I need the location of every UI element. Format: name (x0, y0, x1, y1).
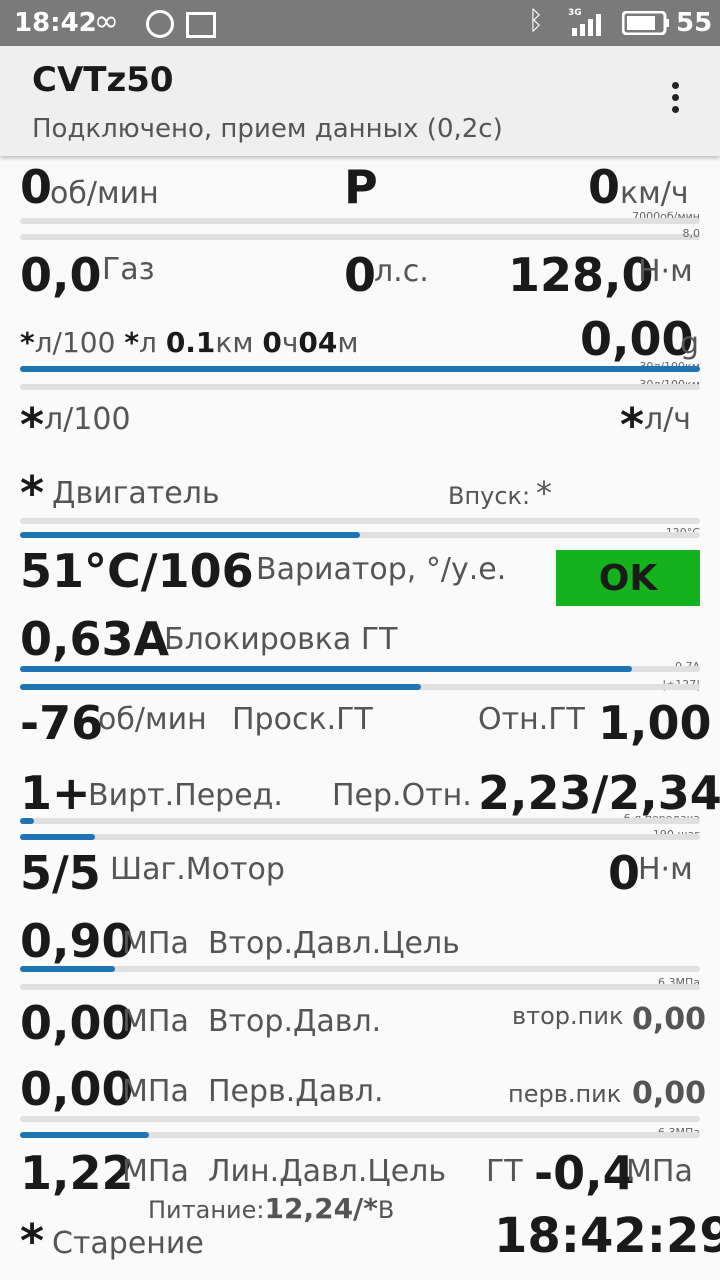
app-title: CVTz50 (32, 60, 174, 100)
torque-unit: Н·м (638, 254, 693, 289)
secondary-bar (20, 234, 700, 240)
avg-consumption-unit: л/100 (44, 402, 131, 437)
infinity-icon: ∞ (94, 4, 119, 39)
battery-level: 55 (676, 8, 713, 38)
hourly-consumption-value: * (620, 398, 645, 452)
lockup-bar-fill (20, 666, 632, 672)
line-pressure-target-label: Лин.Давл.Цель (208, 1154, 447, 1189)
gear-selector: P (344, 160, 378, 214)
consumption-bar-2 (20, 384, 700, 390)
tc-pressure-value: -0,4 (534, 1146, 635, 1200)
power-supply: Питание:12,24/*В (148, 1192, 395, 1225)
prim-pressure-bar-2 (20, 1132, 700, 1138)
engine-temp-bar (20, 518, 700, 524)
sec-pressure-label: Втор.Давл. (208, 1004, 382, 1039)
consumption-bar-fill (20, 366, 700, 372)
prim-peak-label: перв.пик (508, 1080, 622, 1108)
sec-peak-value: 0,00 (632, 1002, 707, 1037)
image-icon (186, 12, 216, 38)
g-value: 0,00 (580, 312, 694, 366)
trip-info: *л/100 *л 0.1км 0ч04м (20, 326, 359, 359)
cvt-label: Вариатор, °/у.е. (256, 552, 507, 587)
step-bar-fill (20, 834, 95, 840)
status-time: 18:42 (14, 8, 97, 38)
g-unit: g (680, 326, 700, 361)
power-unit: л.с. (374, 254, 429, 289)
sec-pressure-target-value: 0,90 (20, 914, 134, 968)
intake-label: Впуск: (448, 482, 531, 510)
sec-pressure-value: 0,00 (20, 996, 134, 1050)
lockup-value: 0,63A (20, 612, 170, 666)
engine-temp-bar-2 (20, 532, 700, 538)
slip-value: -76 (20, 696, 104, 750)
engine-label: Двигатель (52, 476, 220, 511)
overflow-menu-icon[interactable] (664, 78, 688, 118)
rpm-unit: об/мин (50, 176, 159, 211)
sec-pressure-target-bar (20, 966, 700, 972)
sec-pressure-bar (20, 984, 700, 990)
aging-label: Старение (52, 1226, 204, 1261)
tc-pressure-label: ГТ (486, 1154, 523, 1189)
lockup-bar-2 (20, 684, 700, 690)
line-pressure-target-unit: МПа (122, 1154, 189, 1189)
tc-ratio-label: Отн.ГТ (478, 702, 585, 737)
step-motor-label: Шаг.Мотор (110, 852, 285, 887)
prim-pressure-unit: МПа (122, 1074, 189, 1109)
intake-value: * (536, 474, 552, 512)
throttle-label: Газ (102, 252, 155, 287)
aging-value: * (20, 1214, 45, 1268)
slip-unit: об/мин (98, 702, 207, 737)
app-bar: CVTz50 Подключено, прием данных (0,2с) (0, 46, 720, 156)
rpm-value: 0 (20, 160, 53, 214)
cvt-status-badge[interactable]: OK (556, 550, 700, 606)
throttle-value: 0,0 (20, 248, 102, 302)
sec-pressure-unit: МПа (122, 1004, 189, 1039)
slip-label: Проск.ГТ (232, 702, 373, 737)
power-value: 0 (344, 248, 377, 302)
avg-consumption-value: * (20, 398, 45, 452)
rpm-bar (20, 218, 700, 224)
status-bar: 18:42 ∞ ᛒ 3G 55 (0, 0, 720, 46)
speed-value: 0 (588, 160, 621, 214)
hourly-consumption-unit: л/ч (644, 402, 692, 437)
gear-bar (20, 818, 700, 824)
prim-pressure-bar (20, 1116, 700, 1122)
sec-pressure-target-bar-fill (20, 966, 116, 972)
connection-status: Подключено, прием данных (0,2с) (32, 114, 503, 144)
lockup-bar-2-fill (20, 684, 422, 690)
cvt-temp-value: 51°C/106 (20, 544, 254, 598)
gear-bar-fill (20, 818, 34, 824)
speed-unit: км/ч (620, 176, 689, 211)
prim-pressure-label: Перв.Давл. (208, 1074, 384, 1109)
prim-pressure-bar-fill (20, 1132, 150, 1138)
sec-pressure-target-unit: МПа (122, 926, 189, 961)
tc-pressure-unit: МПа (626, 1154, 693, 1189)
clock: 18:42:29 (494, 1208, 720, 1264)
step-bar (20, 834, 700, 840)
viber-icon (146, 10, 174, 38)
prim-peak-value: 0,00 (632, 1076, 707, 1111)
virtual-gear-label: Вирт.Перед. (88, 778, 283, 813)
engine-temp-bar-fill (20, 532, 360, 538)
sec-peak-label: втор.пик (512, 1002, 624, 1030)
tc-ratio-value: 1,00 (598, 696, 712, 750)
gear-ratio-label: Пер.Отн. (332, 778, 472, 813)
virtual-gear-value: 1+ (20, 766, 91, 820)
step-torque-value: 0 (608, 846, 641, 900)
secondary-scale-max: 8,0 (682, 227, 701, 240)
lockup-bar (20, 666, 700, 672)
sec-pressure-target-label: Втор.Давл.Цель (208, 926, 460, 961)
torque-value: 128,0 (508, 248, 654, 302)
signal-icon (572, 14, 601, 36)
battery-icon (622, 11, 669, 35)
line-pressure-target-value: 1,22 (20, 1146, 134, 1200)
consumption-bar (20, 366, 700, 372)
bluetooth-icon: ᛒ (528, 6, 544, 36)
step-torque-unit: Н·м (638, 852, 693, 887)
engine-temp-value: * (20, 466, 45, 520)
step-motor-value: 5/5 (20, 846, 101, 900)
lockup-label: Блокировка ГТ (164, 622, 398, 657)
prim-pressure-value: 0,00 (20, 1062, 134, 1116)
